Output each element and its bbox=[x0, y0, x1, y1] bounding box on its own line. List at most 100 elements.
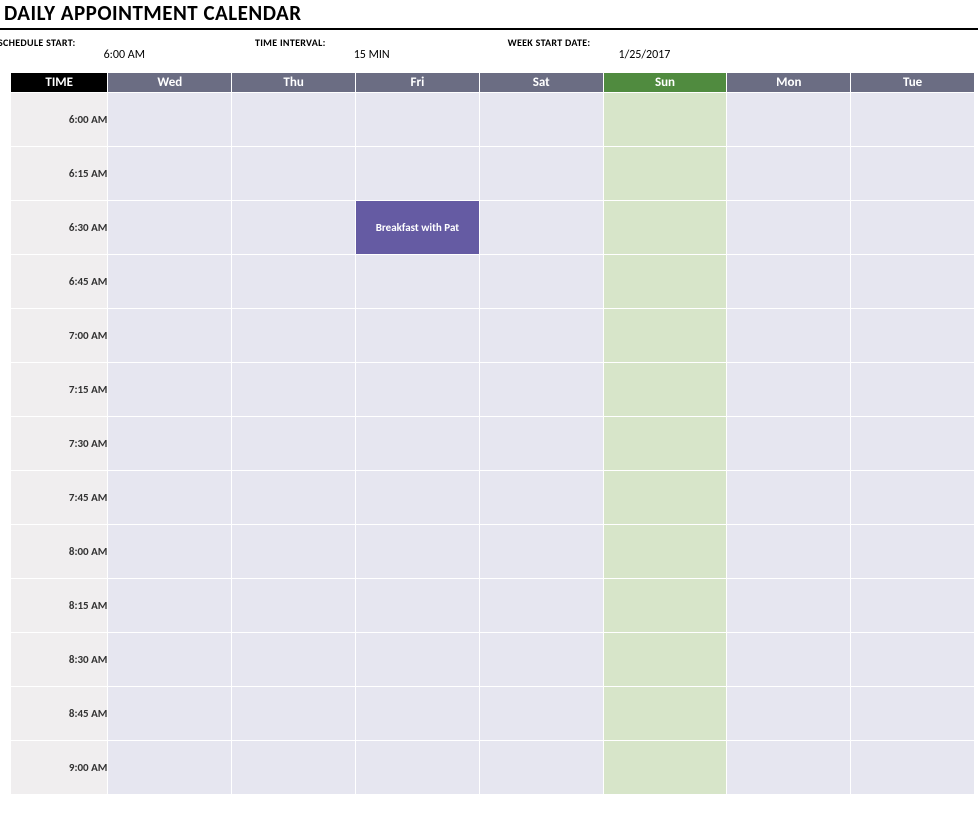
calendar-cell[interactable] bbox=[727, 471, 851, 525]
calendar-cell[interactable] bbox=[851, 201, 975, 255]
calendar-cell[interactable] bbox=[232, 633, 356, 687]
calendar-cell[interactable] bbox=[479, 471, 603, 525]
calendar-cell[interactable] bbox=[727, 309, 851, 363]
calendar-cell[interactable] bbox=[727, 687, 851, 741]
calendar-cell[interactable] bbox=[356, 741, 480, 795]
calendar-cell[interactable] bbox=[851, 363, 975, 417]
calendar-cell[interactable] bbox=[479, 579, 603, 633]
table-row: 8:45 AM bbox=[11, 687, 975, 741]
calendar-cell[interactable] bbox=[479, 687, 603, 741]
calendar-cell[interactable] bbox=[727, 255, 851, 309]
calendar-cell[interactable] bbox=[108, 633, 232, 687]
calendar-cell[interactable] bbox=[727, 201, 851, 255]
calendar-cell[interactable] bbox=[603, 363, 727, 417]
calendar-cell[interactable] bbox=[108, 363, 232, 417]
calendar-cell[interactable] bbox=[603, 147, 727, 201]
calendar-cell[interactable] bbox=[479, 93, 603, 147]
calendar-cell[interactable] bbox=[232, 417, 356, 471]
calendar-cell[interactable] bbox=[603, 525, 727, 579]
calendar-cell[interactable] bbox=[851, 741, 975, 795]
calendar-cell[interactable] bbox=[479, 147, 603, 201]
calendar-cell[interactable] bbox=[603, 471, 727, 525]
appointment[interactable]: Breakfast with Pat bbox=[356, 201, 479, 254]
calendar-cell[interactable] bbox=[727, 633, 851, 687]
calendar-cell[interactable] bbox=[108, 417, 232, 471]
calendar-cell[interactable] bbox=[108, 147, 232, 201]
calendar-cell[interactable] bbox=[603, 201, 727, 255]
calendar-cell[interactable] bbox=[851, 255, 975, 309]
calendar-cell[interactable] bbox=[603, 741, 727, 795]
calendar-cell[interactable] bbox=[851, 525, 975, 579]
calendar-cell[interactable] bbox=[108, 93, 232, 147]
calendar-cell[interactable] bbox=[108, 255, 232, 309]
calendar-cell[interactable] bbox=[851, 309, 975, 363]
calendar-cell[interactable] bbox=[479, 417, 603, 471]
calendar-cell[interactable] bbox=[851, 417, 975, 471]
calendar-cell[interactable] bbox=[356, 147, 480, 201]
table-row: 8:15 AM bbox=[11, 579, 975, 633]
calendar-cell[interactable] bbox=[356, 93, 480, 147]
calendar-cell[interactable] bbox=[851, 633, 975, 687]
calendar-cell[interactable] bbox=[851, 579, 975, 633]
calendar-cell[interactable] bbox=[232, 201, 356, 255]
calendar-cell[interactable] bbox=[108, 471, 232, 525]
calendar-cell[interactable] bbox=[356, 363, 480, 417]
calendar-cell[interactable] bbox=[108, 687, 232, 741]
calendar-cell[interactable] bbox=[356, 309, 480, 363]
time-interval-value[interactable]: 15 MIN bbox=[326, 34, 390, 62]
calendar-cell[interactable] bbox=[727, 417, 851, 471]
calendar-cell[interactable] bbox=[232, 93, 356, 147]
calendar-cell[interactable] bbox=[727, 579, 851, 633]
calendar-cell[interactable] bbox=[603, 417, 727, 471]
calendar-cell[interactable] bbox=[232, 255, 356, 309]
calendar-cell[interactable] bbox=[356, 525, 480, 579]
calendar-cell[interactable] bbox=[356, 417, 480, 471]
schedule-start-value[interactable]: 6:00 AM bbox=[76, 34, 145, 62]
week-start-value[interactable]: 1/25/2017 bbox=[590, 34, 670, 62]
calendar-cell[interactable] bbox=[232, 471, 356, 525]
calendar-cell[interactable] bbox=[479, 525, 603, 579]
calendar-cell[interactable] bbox=[851, 147, 975, 201]
calendar-cell[interactable] bbox=[851, 93, 975, 147]
calendar-cell[interactable] bbox=[603, 309, 727, 363]
calendar-cell[interactable]: Breakfast with Pat bbox=[356, 201, 480, 255]
calendar-cell[interactable] bbox=[727, 741, 851, 795]
calendar-cell[interactable] bbox=[232, 309, 356, 363]
calendar-cell[interactable] bbox=[603, 633, 727, 687]
calendar-cell[interactable] bbox=[727, 147, 851, 201]
calendar-cell[interactable] bbox=[232, 525, 356, 579]
calendar-cell[interactable] bbox=[603, 687, 727, 741]
calendar-cell[interactable] bbox=[479, 309, 603, 363]
calendar-cell[interactable] bbox=[108, 309, 232, 363]
table-row: 7:00 AM bbox=[11, 309, 975, 363]
calendar-cell[interactable] bbox=[603, 93, 727, 147]
calendar-cell[interactable] bbox=[479, 255, 603, 309]
calendar-cell[interactable] bbox=[851, 687, 975, 741]
calendar-cell[interactable] bbox=[479, 201, 603, 255]
calendar-cell[interactable] bbox=[356, 255, 480, 309]
calendar-cell[interactable] bbox=[727, 525, 851, 579]
calendar-cell[interactable] bbox=[232, 363, 356, 417]
calendar-cell[interactable] bbox=[479, 633, 603, 687]
calendar-cell[interactable] bbox=[108, 741, 232, 795]
calendar-cell[interactable] bbox=[851, 471, 975, 525]
calendar-cell[interactable] bbox=[479, 741, 603, 795]
calendar-cell[interactable] bbox=[232, 687, 356, 741]
calendar-cell[interactable] bbox=[108, 201, 232, 255]
calendar-cell[interactable] bbox=[603, 255, 727, 309]
calendar-cell[interactable] bbox=[232, 741, 356, 795]
calendar-cell[interactable] bbox=[232, 579, 356, 633]
calendar-cell[interactable] bbox=[479, 363, 603, 417]
calendar-cell[interactable] bbox=[108, 579, 232, 633]
calendar-cell[interactable] bbox=[603, 579, 727, 633]
week-start-label: WEEK START DATE: bbox=[508, 34, 591, 49]
calendar-cell[interactable] bbox=[356, 687, 480, 741]
calendar-cell[interactable] bbox=[356, 579, 480, 633]
calendar-cell[interactable] bbox=[356, 633, 480, 687]
time-cell: 8:30 AM bbox=[11, 633, 108, 687]
calendar-cell[interactable] bbox=[356, 471, 480, 525]
calendar-cell[interactable] bbox=[232, 147, 356, 201]
calendar-cell[interactable] bbox=[108, 525, 232, 579]
calendar-cell[interactable] bbox=[727, 93, 851, 147]
calendar-cell[interactable] bbox=[727, 363, 851, 417]
